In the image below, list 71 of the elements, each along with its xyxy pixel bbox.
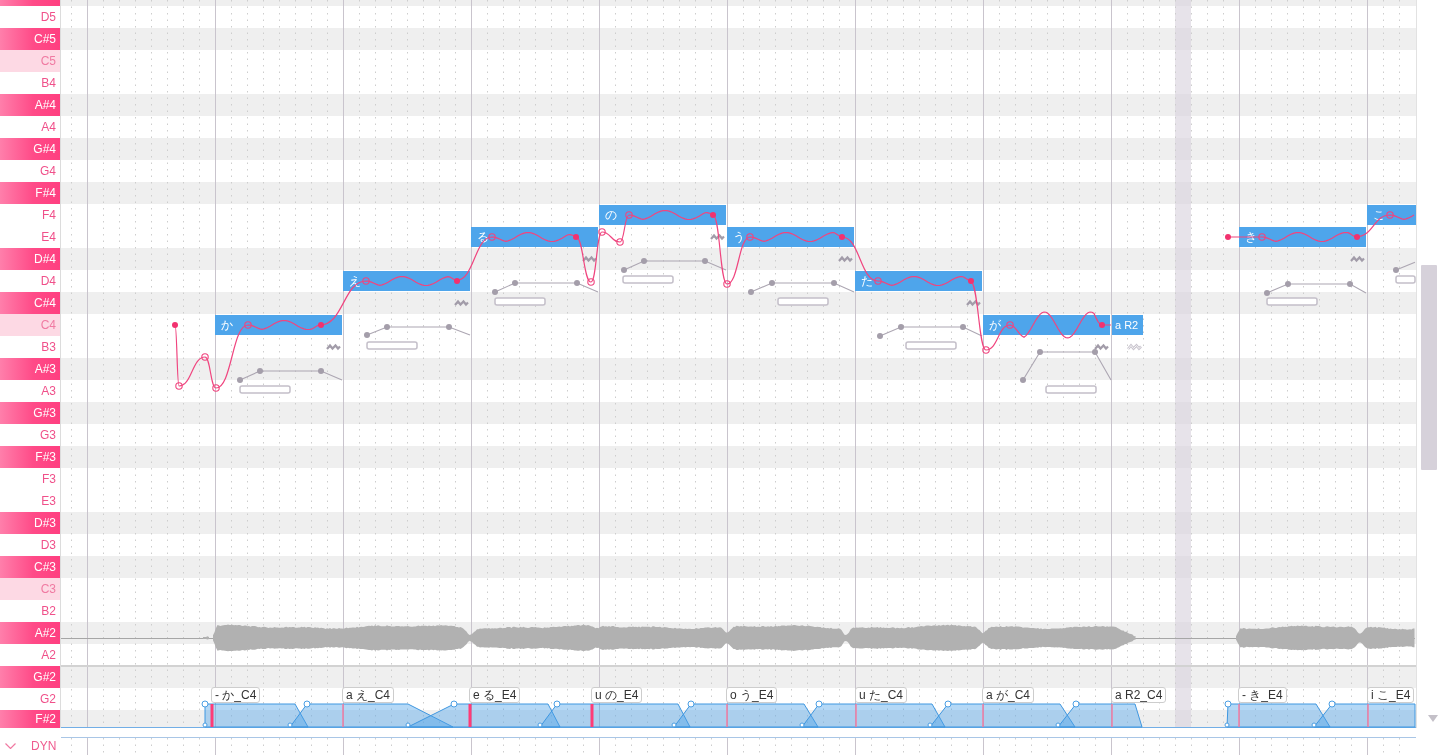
drag-handle[interactable]	[1395, 275, 1416, 284]
envelope-line[interactable]	[621, 258, 727, 273]
piano-key[interactable]: C3	[0, 578, 60, 600]
phoneme-label: o う_E4	[726, 687, 778, 703]
phoneme-label: e る_E4	[469, 687, 521, 703]
phoneme-label: - き_E4	[1238, 687, 1287, 703]
phoneme-label: a え_C4	[342, 687, 395, 703]
piano-key[interactable]: F#4	[0, 182, 60, 204]
zigzag-icon[interactable]	[838, 255, 853, 263]
piano-key[interactable]: G#3	[0, 402, 60, 424]
note[interactable]: う	[727, 227, 854, 247]
piano-key[interactable]: A#4	[0, 94, 60, 116]
lane-label: DYN	[31, 739, 57, 753]
piano-key[interactable]: A#3	[0, 358, 60, 380]
note[interactable]: か	[215, 315, 342, 335]
zigzag-icon[interactable]	[966, 299, 981, 307]
zigzag-icon[interactable]	[1350, 255, 1365, 263]
drag-handle[interactable]	[777, 297, 829, 306]
drag-handle[interactable]	[239, 385, 291, 394]
zigzag-icon[interactable]	[1094, 343, 1109, 351]
drag-handle[interactable]	[1266, 297, 1318, 306]
zigzag-icon[interactable]	[710, 233, 725, 241]
piano-key[interactable]: C#4	[0, 292, 60, 314]
drag-handle[interactable]	[366, 341, 418, 350]
drag-handle[interactable]	[905, 341, 957, 350]
zigzag-icon[interactable]	[454, 299, 469, 307]
phoneme-label: a R2_C4	[1111, 687, 1167, 703]
phoneme-envelope[interactable]	[1311, 700, 1416, 728]
piano-key[interactable]: C#5	[0, 28, 60, 50]
note[interactable]: る	[471, 227, 598, 247]
phoneme-label: u の_E4	[591, 687, 643, 703]
scrollbar-thumb[interactable]	[1421, 265, 1437, 470]
drag-handle[interactable]	[622, 275, 674, 284]
piano-key[interactable]: F#3	[0, 446, 60, 468]
piano-key[interactable]: G#4	[0, 138, 60, 160]
envelope-line[interactable]	[237, 368, 343, 383]
phoneme-label: i こ_E4	[1367, 687, 1415, 703]
piano-key[interactable]: F#2	[0, 710, 60, 728]
down-arrow-icon[interactable]	[1428, 715, 1438, 722]
envelope-line[interactable]	[492, 280, 599, 295]
piano-key[interactable]: C5	[0, 50, 60, 72]
phoneme-label: a が_C4	[982, 687, 1035, 703]
note[interactable]: の	[599, 205, 726, 225]
zigzag-icon[interactable]	[1127, 343, 1142, 351]
note[interactable]: こ	[1367, 205, 1416, 225]
envelope-line[interactable]	[1393, 261, 1416, 273]
piano-key[interactable]: D#4	[0, 248, 60, 270]
envelope-line[interactable]	[1020, 349, 1112, 383]
envelope-line[interactable]	[1264, 281, 1367, 296]
piano-key[interactable]	[0, 0, 60, 6]
envelope-line[interactable]	[748, 280, 855, 295]
piano-key[interactable]: G#2	[0, 666, 60, 688]
piano-key[interactable]: A#2	[0, 622, 60, 644]
zigzag-icon[interactable]	[326, 343, 341, 351]
piano-key[interactable]: C#3	[0, 556, 60, 578]
note[interactable]: た	[855, 271, 982, 291]
note[interactable]: a R2	[1112, 315, 1143, 335]
drag-handle[interactable]	[1045, 385, 1097, 394]
piano-key[interactable]: C4	[0, 314, 60, 336]
chevron-down-icon[interactable]	[5, 743, 16, 749]
note[interactable]: が	[983, 315, 1110, 335]
note[interactable]: き	[1239, 227, 1366, 247]
zigzag-icon[interactable]	[582, 255, 597, 263]
envelope-line[interactable]	[364, 324, 471, 338]
drag-handle[interactable]	[494, 297, 546, 306]
phoneme-label: - か_C4	[211, 687, 261, 703]
piano-key[interactable]: D#3	[0, 512, 60, 534]
phoneme-label: u た_C4	[855, 687, 908, 703]
phoneme-envelope[interactable]	[1055, 700, 1143, 728]
note[interactable]: え	[343, 271, 470, 291]
envelope-line[interactable]	[877, 324, 983, 339]
